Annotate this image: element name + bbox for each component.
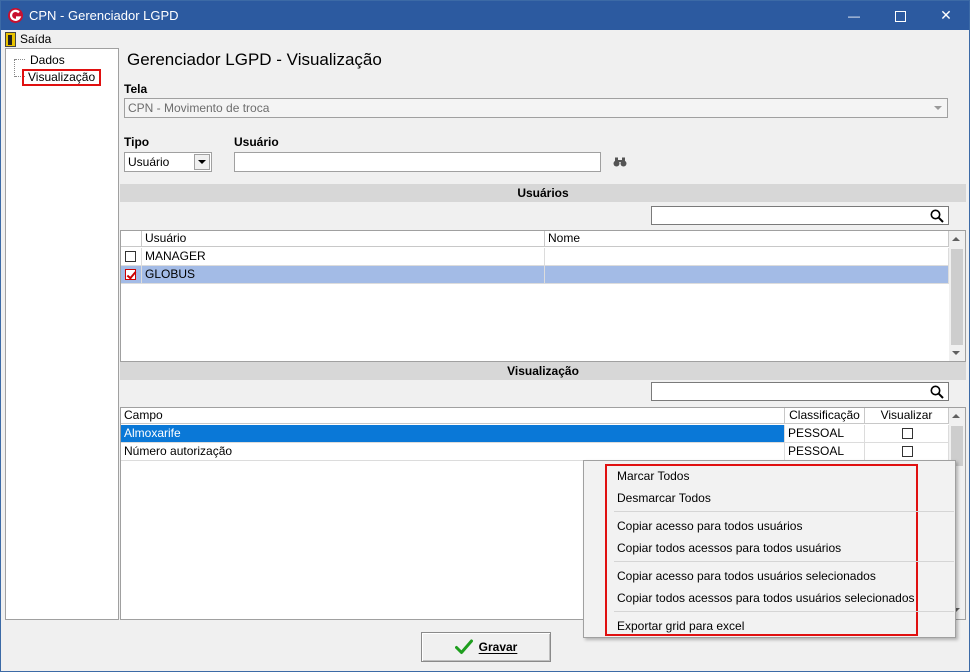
menu-item-marcar-todos[interactable]: Marcar Todos	[617, 469, 689, 483]
tela-select[interactable]: CPN - Movimento de troca	[124, 98, 948, 118]
scroll-up-icon[interactable]	[952, 414, 960, 418]
view-section-header: Visualização	[120, 362, 966, 380]
users-grid-scrollbar[interactable]	[949, 231, 965, 361]
view-grid-header-campo[interactable]: Campo	[121, 408, 785, 424]
exit-door-icon	[5, 31, 16, 47]
minimize-button[interactable]: —	[831, 1, 877, 30]
user-cell: GLOBUS	[142, 266, 545, 284]
chevron-down-icon	[930, 100, 946, 116]
users-grid-header-nome[interactable]: Nome	[545, 231, 949, 247]
exit-menu-label: Saída	[20, 32, 52, 46]
user-cell: MANAGER	[142, 248, 545, 266]
users-grid-check-header	[121, 231, 142, 247]
menu-item-desmarcar-todos[interactable]: Desmarcar Todos	[617, 491, 711, 505]
tipo-select[interactable]: Usuário	[124, 152, 212, 172]
tipo-select-value: Usuário	[128, 155, 170, 169]
search-icon[interactable]	[930, 385, 944, 399]
view-search-input[interactable]	[651, 382, 949, 401]
page-title: Gerenciador LGPD - Visualização	[127, 50, 382, 69]
menu-bar: Saída	[1, 30, 969, 48]
classificacao-cell: PESSOAL	[785, 425, 865, 443]
users-search-input[interactable]	[651, 206, 949, 225]
scrollbar-thumb[interactable]	[951, 249, 963, 345]
tela-select-value: CPN - Movimento de troca	[128, 101, 270, 115]
app-window: CPN - Gerenciador LGPD — ✕ Saída Dados V…	[0, 0, 970, 672]
row-checkbox[interactable]	[125, 251, 136, 262]
exit-menu-item[interactable]: Saída	[5, 31, 51, 47]
window-title: CPN - Gerenciador LGPD	[29, 8, 179, 23]
view-grid-header-classificacao[interactable]: Classificação	[785, 408, 865, 424]
menu-item-copiar-acesso-selecionados[interactable]: Copiar acesso para todos usuários seleci…	[617, 569, 876, 583]
table-row[interactable]: MANAGER	[121, 248, 949, 266]
usuario-label: Usuário	[234, 135, 279, 149]
scroll-up-icon[interactable]	[952, 237, 960, 241]
users-section-header: Usuários	[120, 184, 966, 202]
minimize-icon: —	[848, 9, 860, 23]
menu-separator	[614, 561, 954, 562]
menu-item-copiar-acesso-todos[interactable]: Copiar acesso para todos usuários	[617, 519, 802, 533]
binoculars-search-icon[interactable]	[613, 157, 627, 167]
context-menu: Marcar Todos Desmarcar Todos Copiar aces…	[583, 460, 956, 638]
campo-cell: Número autorização	[121, 443, 785, 461]
classificacao-cell: PESSOAL	[785, 443, 865, 461]
navigation-tree: Dados Visualização	[5, 48, 119, 620]
row-checkbox[interactable]	[125, 269, 136, 280]
menu-item-exportar-excel[interactable]: Exportar grid para excel	[617, 619, 744, 633]
save-button[interactable]: Gravar	[421, 632, 551, 662]
tipo-label: Tipo	[124, 135, 150, 149]
search-icon[interactable]	[930, 209, 944, 223]
table-row[interactable]: GLOBUS	[121, 266, 949, 284]
menu-item-copiar-todos-acessos-todos[interactable]: Copiar todos acessos para todos usuários	[617, 541, 841, 555]
users-grid: Usuário Nome MANAGER GLOBUS	[120, 230, 966, 362]
tree-item-dados[interactable]: Dados	[28, 53, 67, 67]
view-grid-header-visualizar[interactable]: Visualizar	[865, 408, 949, 424]
campo-cell: Almoxarife	[121, 425, 785, 443]
title-bar[interactable]: CPN - Gerenciador LGPD — ✕	[1, 1, 969, 30]
check-icon	[454, 639, 473, 654]
close-icon: ✕	[940, 7, 952, 23]
chevron-down-icon	[194, 154, 210, 170]
name-cell	[545, 266, 949, 284]
usuario-input[interactable]	[234, 152, 601, 172]
visualizar-checkbox[interactable]	[902, 446, 913, 457]
maximize-icon	[894, 10, 906, 22]
save-button-label: Gravar	[478, 640, 518, 654]
menu-separator	[614, 611, 954, 612]
tree-item-visualizacao[interactable]: Visualização	[22, 69, 102, 86]
table-row[interactable]: Almoxarife PESSOAL	[121, 425, 949, 443]
name-cell	[545, 248, 949, 266]
close-button[interactable]: ✕	[923, 1, 969, 30]
users-grid-header-usuario[interactable]: Usuário	[142, 231, 545, 247]
scroll-down-icon[interactable]	[952, 351, 960, 355]
menu-separator	[614, 511, 954, 512]
app-logo-icon	[8, 8, 23, 23]
maximize-button[interactable]	[877, 1, 923, 30]
tela-label: Tela	[124, 82, 148, 96]
table-row[interactable]: Número autorização PESSOAL	[121, 443, 949, 461]
menu-item-copiar-todos-acessos-selecionados[interactable]: Copiar todos acessos para todos usuários…	[617, 591, 915, 605]
visualizar-checkbox[interactable]	[902, 428, 913, 439]
